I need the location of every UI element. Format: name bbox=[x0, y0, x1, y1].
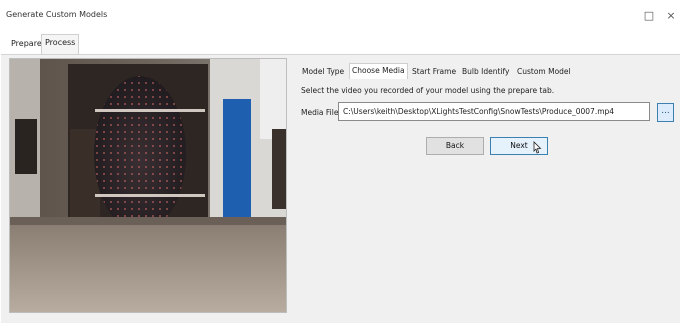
video-frame-icon bbox=[10, 59, 286, 312]
tab-prepare[interactable]: Prepare bbox=[8, 36, 45, 52]
tab-custom-model[interactable]: Custom Model bbox=[515, 65, 573, 78]
media-file-label: Media File bbox=[301, 108, 339, 117]
tab-process[interactable]: Process bbox=[41, 34, 80, 54]
outer-tab-bar: Prepare Process bbox=[0, 32, 681, 54]
maximize-icon[interactable]: □ bbox=[638, 6, 660, 26]
close-icon[interactable]: × bbox=[660, 6, 681, 26]
mouse-cursor-icon bbox=[533, 141, 542, 154]
tab-choose-media[interactable]: Choose Media bbox=[349, 63, 408, 79]
tab-start-frame[interactable]: Start Frame bbox=[410, 65, 458, 78]
browse-button[interactable]: ... bbox=[657, 103, 674, 122]
instruction-text: Select the video you recorded of your mo… bbox=[301, 86, 555, 95]
video-preview bbox=[9, 58, 287, 313]
title-bar: Generate Custom Models □ × bbox=[0, 0, 681, 32]
tab-bulb-identify[interactable]: Bulb Identify bbox=[460, 65, 511, 78]
back-button[interactable]: Back bbox=[426, 137, 484, 155]
window-title: Generate Custom Models bbox=[6, 10, 108, 19]
media-file-input[interactable] bbox=[338, 102, 650, 121]
tab-model-type[interactable]: Model Type bbox=[300, 65, 346, 78]
